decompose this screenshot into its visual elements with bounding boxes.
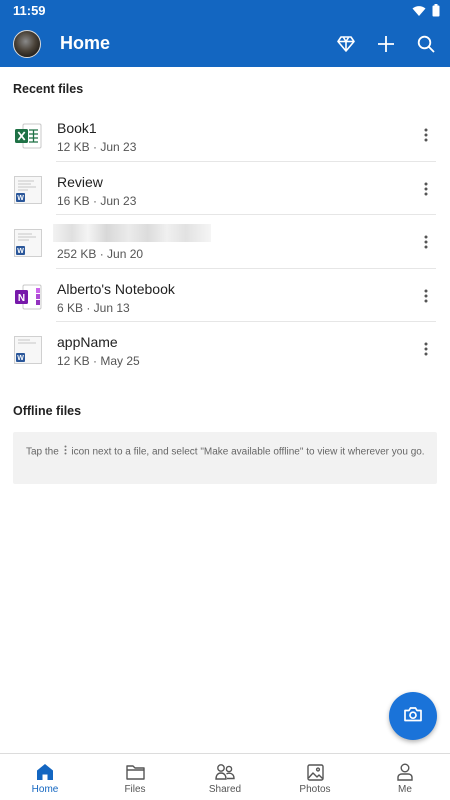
status-icons [412, 4, 440, 22]
svg-text:N: N [18, 293, 25, 304]
offline-hint-text-start: Tap the [26, 446, 62, 458]
status-time: 11:59 [13, 3, 46, 18]
list-item[interactable]: W appName 12 KB · May 25 [0, 322, 450, 376]
more-options-icon[interactable] [416, 124, 436, 146]
nav-label: Me [398, 784, 412, 795]
more-options-icon[interactable] [416, 338, 436, 360]
photo-icon [305, 762, 325, 782]
nav-files[interactable]: Files [90, 754, 180, 800]
more-options-inline-icon [64, 445, 67, 459]
file-meta: 6 KB · Jun 13 [57, 300, 130, 315]
wifi-icon [412, 4, 426, 22]
battery-icon [432, 4, 440, 22]
recent-files-heading: Recent files [13, 82, 84, 96]
offline-files-heading: Offline files [13, 404, 82, 418]
camera-icon [404, 706, 422, 727]
nav-label: Files [124, 784, 146, 795]
list-item[interactable]: W Review 16 KB · Jun 23 [0, 162, 450, 215]
nav-label: Photos [299, 784, 331, 795]
svg-text:W: W [17, 195, 24, 202]
list-item[interactable]: N Alberto's Notebook 6 KB · Jun 13 [0, 269, 450, 322]
file-meta: 12 KB · Jun 23 [57, 140, 137, 154]
folder-icon [125, 762, 145, 782]
file-meta: 252 KB · Jun 20 [57, 247, 144, 261]
nav-me[interactable]: Me [360, 754, 450, 800]
add-icon[interactable] [374, 32, 398, 56]
file-name: Alberto's Notebook [57, 280, 175, 297]
onenote-file-icon: N [14, 283, 42, 311]
nav-photos[interactable]: Photos [270, 754, 360, 800]
premium-diamond-icon[interactable] [334, 32, 358, 56]
page-title: Home [60, 33, 111, 53]
avatar[interactable] [13, 30, 41, 58]
word-file-thumbnail-icon: W [14, 336, 42, 364]
file-meta: 12 KB · May 25 [57, 354, 140, 368]
more-options-icon[interactable] [416, 285, 436, 307]
recent-file-list: Book1 12 KB · Jun 23 W Review 16 KB · Ju… [0, 108, 450, 376]
more-options-icon[interactable] [416, 231, 436, 253]
word-file-thumbnail-icon: W [14, 229, 42, 257]
list-item[interactable]: Book1 12 KB · Jun 23 [0, 108, 450, 162]
status-bar: 11:59 [0, 0, 450, 22]
offline-hint: Tap the icon next to a file, and select … [13, 432, 437, 484]
camera-scan-button[interactable] [389, 692, 437, 740]
file-name: Book1 [57, 120, 97, 136]
offline-hint-text-end: icon next to a file, and select "Make av… [68, 446, 425, 458]
word-file-thumbnail-icon: W [14, 175, 42, 204]
list-item[interactable]: W 252 KB · Jun 20 [0, 215, 450, 269]
file-meta: 16 KB · Jun 23 [57, 193, 137, 208]
svg-text:W: W [17, 248, 24, 255]
nav-label: Home [31, 784, 59, 795]
file-name: appName [57, 334, 118, 350]
bottom-navigation: Home Files Shared Photos Me [0, 753, 450, 800]
redacted-file-name [53, 224, 211, 242]
nav-shared[interactable]: Shared [180, 754, 270, 800]
shared-people-icon [215, 762, 235, 782]
excel-file-icon [14, 122, 42, 150]
app-bar: Home [0, 22, 450, 67]
file-name: Review [57, 173, 103, 190]
home-icon [35, 762, 55, 782]
more-options-icon[interactable] [416, 178, 436, 200]
nav-label: Shared [208, 784, 242, 795]
person-icon [395, 762, 415, 782]
nav-home[interactable]: Home [0, 754, 90, 800]
svg-text:W: W [17, 355, 24, 362]
search-icon[interactable] [414, 32, 438, 56]
